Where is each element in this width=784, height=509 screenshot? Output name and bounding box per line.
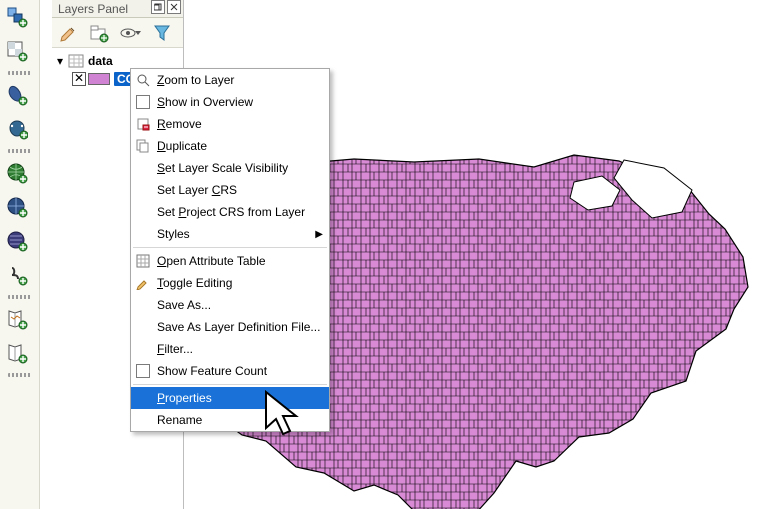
toolbar-handle[interactable] — [0, 370, 39, 380]
toolbar-handle[interactable] — [0, 146, 39, 156]
checkbox-icon — [136, 95, 150, 109]
menu-properties[interactable]: Properties — [131, 387, 329, 409]
toolbar-handle[interactable] — [0, 68, 39, 78]
layers-panel-toolbar — [52, 18, 183, 48]
submenu-arrow-icon: ▶ — [315, 229, 323, 240]
menu-set-scale-visibility[interactable]: Set Layer Scale Visibility — [131, 157, 329, 179]
duplicate-icon — [135, 138, 151, 154]
menu-toggle-editing[interactable]: Toggle Editing — [131, 272, 329, 294]
menu-rename[interactable]: Rename — [131, 409, 329, 431]
menu-set-project-crs[interactable]: Set Project CRS from Layer — [131, 201, 329, 223]
toolbar-handle[interactable] — [0, 292, 39, 302]
visibility-menu-button[interactable] — [118, 22, 144, 44]
add-delimited-text-layer-button[interactable] — [4, 262, 30, 288]
panel-undock-button[interactable] — [151, 0, 165, 14]
menu-separator — [133, 384, 327, 385]
menu-separator — [133, 247, 327, 248]
menu-show-in-overview[interactable]: Show in Overview — [131, 91, 329, 113]
remove-icon — [135, 116, 151, 132]
menu-duplicate[interactable]: Duplicate — [131, 135, 329, 157]
menu-remove[interactable]: Remove — [131, 113, 329, 135]
menu-save-as[interactable]: Save As... — [131, 294, 329, 316]
checkbox-icon — [136, 364, 150, 378]
style-layer-button[interactable] — [58, 22, 80, 44]
layer-symbol-swatch — [88, 73, 110, 85]
add-wfs-layer-button[interactable] — [4, 228, 30, 254]
menu-filter[interactable]: Filter... — [131, 338, 329, 360]
add-postgis-layer-button[interactable] — [4, 116, 30, 142]
menu-styles[interactable]: Styles▶ — [131, 223, 329, 245]
filter-legend-button[interactable] — [152, 22, 172, 44]
table-icon — [135, 253, 151, 269]
add-vector-layer-button[interactable] — [4, 4, 30, 30]
menu-open-attribute-table[interactable]: Open Attribute Table — [131, 250, 329, 272]
group-label: data — [86, 54, 113, 68]
menu-zoom-to-layer[interactable]: Zoom to Layer — [131, 69, 329, 91]
panel-close-button[interactable] — [167, 0, 181, 14]
magnifier-icon — [135, 72, 151, 88]
menu-set-layer-crs[interactable]: Set Layer CRS — [131, 179, 329, 201]
add-spatialite-layer-button[interactable] — [4, 82, 30, 108]
menu-show-feature-count[interactable]: Show Feature Count — [131, 360, 329, 382]
table-icon — [68, 54, 84, 68]
manage-layers-toolbar — [0, 0, 40, 509]
new-memory-layer-button[interactable] — [4, 340, 30, 366]
layer-context-menu: Zoom to Layer Show in Overview Remove Du… — [130, 68, 330, 432]
add-raster-layer-button[interactable] — [4, 38, 30, 64]
add-wcs-layer-button[interactable] — [4, 194, 30, 220]
add-group-button[interactable] — [88, 22, 110, 44]
new-shapefile-layer-button[interactable] — [4, 306, 30, 332]
layer-visibility-checkbox[interactable] — [72, 72, 86, 86]
menu-save-as-layer-definition[interactable]: Save As Layer Definition File... — [131, 316, 329, 338]
collapse-icon[interactable]: ▾ — [54, 54, 66, 68]
pencil-icon — [135, 275, 151, 291]
add-wms-layer-button[interactable] — [4, 160, 30, 186]
